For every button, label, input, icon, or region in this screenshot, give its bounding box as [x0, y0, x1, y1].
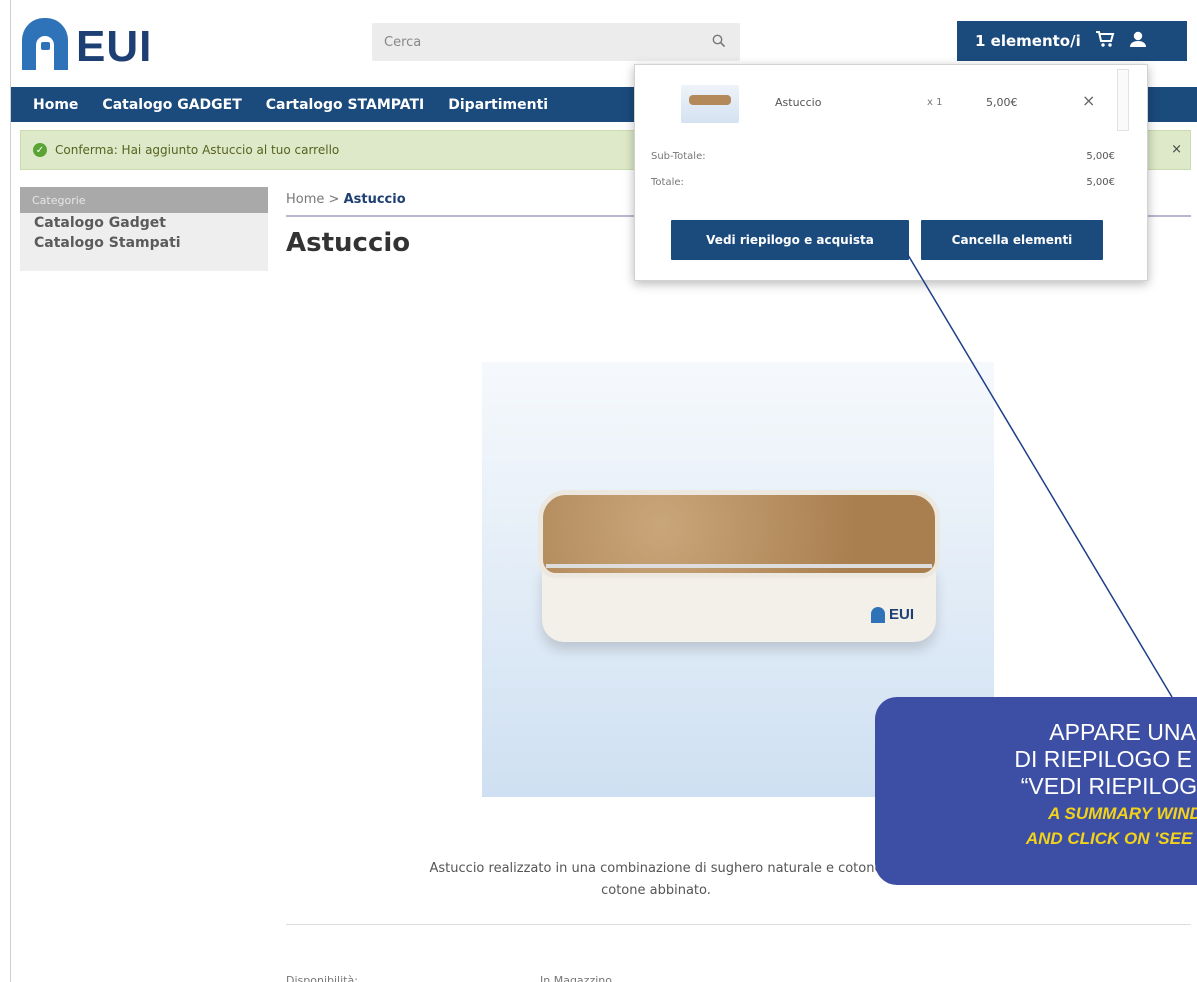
callout-line-4: A SUMMARY WINDO [1048, 804, 1197, 823]
sidebar-item-catalogo-stampati[interactable]: Catalogo Stampati [20, 233, 268, 253]
alert-close-icon[interactable]: × [1171, 142, 1182, 157]
product-logo-mark-icon [870, 606, 885, 623]
page-left-border [10, 0, 11, 982]
product-logo-text: EUI [888, 606, 914, 623]
sidebar-item-catalogo-gadget[interactable]: Catalogo Gadget [20, 213, 268, 233]
site-logo[interactable]: EUI [22, 14, 182, 74]
total-label: Totale: [651, 177, 684, 188]
total-value: 5,00€ [1086, 177, 1115, 188]
cart-button[interactable]: 1 elemento/i [957, 21, 1187, 61]
cart-dropdown: Astuccio x 1 5,00€ × Sub-Totale: 5,00€ T… [634, 64, 1148, 281]
cart-count-label: 1 elemento/i [975, 32, 1081, 50]
remove-item-icon[interactable]: × [1082, 91, 1095, 110]
cart-icon[interactable] [1095, 30, 1115, 52]
user-icon[interactable] [1129, 30, 1147, 52]
subtotal-label: Sub-Totale: [651, 151, 706, 162]
cart-item-name[interactable]: Astuccio [775, 96, 821, 109]
subtotal-value: 5,00€ [1086, 151, 1115, 162]
nav-item-catalogo-stampati[interactable]: Cartalogo STAMPATI [266, 97, 425, 113]
breadcrumb-home[interactable]: Home [286, 192, 324, 207]
breadcrumb-current: Astuccio [343, 192, 406, 207]
logo-text: EUI [76, 22, 153, 71]
view-summary-checkout-button[interactable]: Vedi riepilogo e acquista [671, 220, 909, 260]
logo-mark-icon [22, 18, 68, 70]
cart-item-qty: x 1 [927, 97, 943, 108]
cart-item-price: 5,00€ [986, 96, 1018, 109]
page: EUI Cerca 1 elemento/i Home Catalogo GAD… [0, 0, 1197, 982]
cart-item-thumbnail [681, 85, 739, 123]
nav-item-home[interactable]: Home [33, 97, 78, 113]
description-divider [286, 924, 1191, 925]
callout-line-3: “VEDI RIEPILOGO [1020, 773, 1197, 799]
cart-line-item: Astuccio x 1 5,00€ × [635, 65, 1149, 135]
page-title: Astuccio [286, 228, 411, 258]
breadcrumb: Home > Astuccio [286, 192, 406, 207]
nav-item-dipartimenti[interactable]: Dipartimenti [448, 97, 548, 113]
availability-value: In Magazzino [540, 974, 612, 982]
clear-cart-button[interactable]: Cancella elementi [921, 220, 1103, 260]
callout-line-2: DI RIEPILOGO E C [1014, 746, 1197, 772]
nav-item-catalogo-gadget[interactable]: Catalogo GADGET [102, 97, 241, 113]
search-icon[interactable] [712, 34, 728, 50]
callout-line-1: APPARE UNA F [1049, 719, 1197, 745]
availability-label: Disponibilità: [286, 974, 358, 982]
pencil-case-illustration: EUI [538, 490, 940, 645]
breadcrumb-separator: > [328, 192, 340, 207]
cart-list-scrollbar[interactable] [1117, 69, 1129, 131]
check-circle-icon: ✓ [33, 143, 47, 157]
search-placeholder: Cerca [384, 34, 422, 50]
callout-line-5: AND CLICK ON 'SEE OI [1025, 829, 1197, 848]
category-sidebar: Categorie Catalogo Gadget Catalogo Stamp… [20, 187, 268, 271]
search-input[interactable]: Cerca [372, 23, 740, 61]
instruction-callout: APPARE UNA F DI RIEPILOGO E C “VEDI RIEP… [875, 697, 1197, 885]
confirmation-message: Conferma: Hai aggiunto Astuccio al tuo c… [55, 143, 340, 157]
sidebar-heading: Categorie [20, 187, 268, 213]
availability: Disponibilità: In Magazzino [286, 974, 612, 982]
